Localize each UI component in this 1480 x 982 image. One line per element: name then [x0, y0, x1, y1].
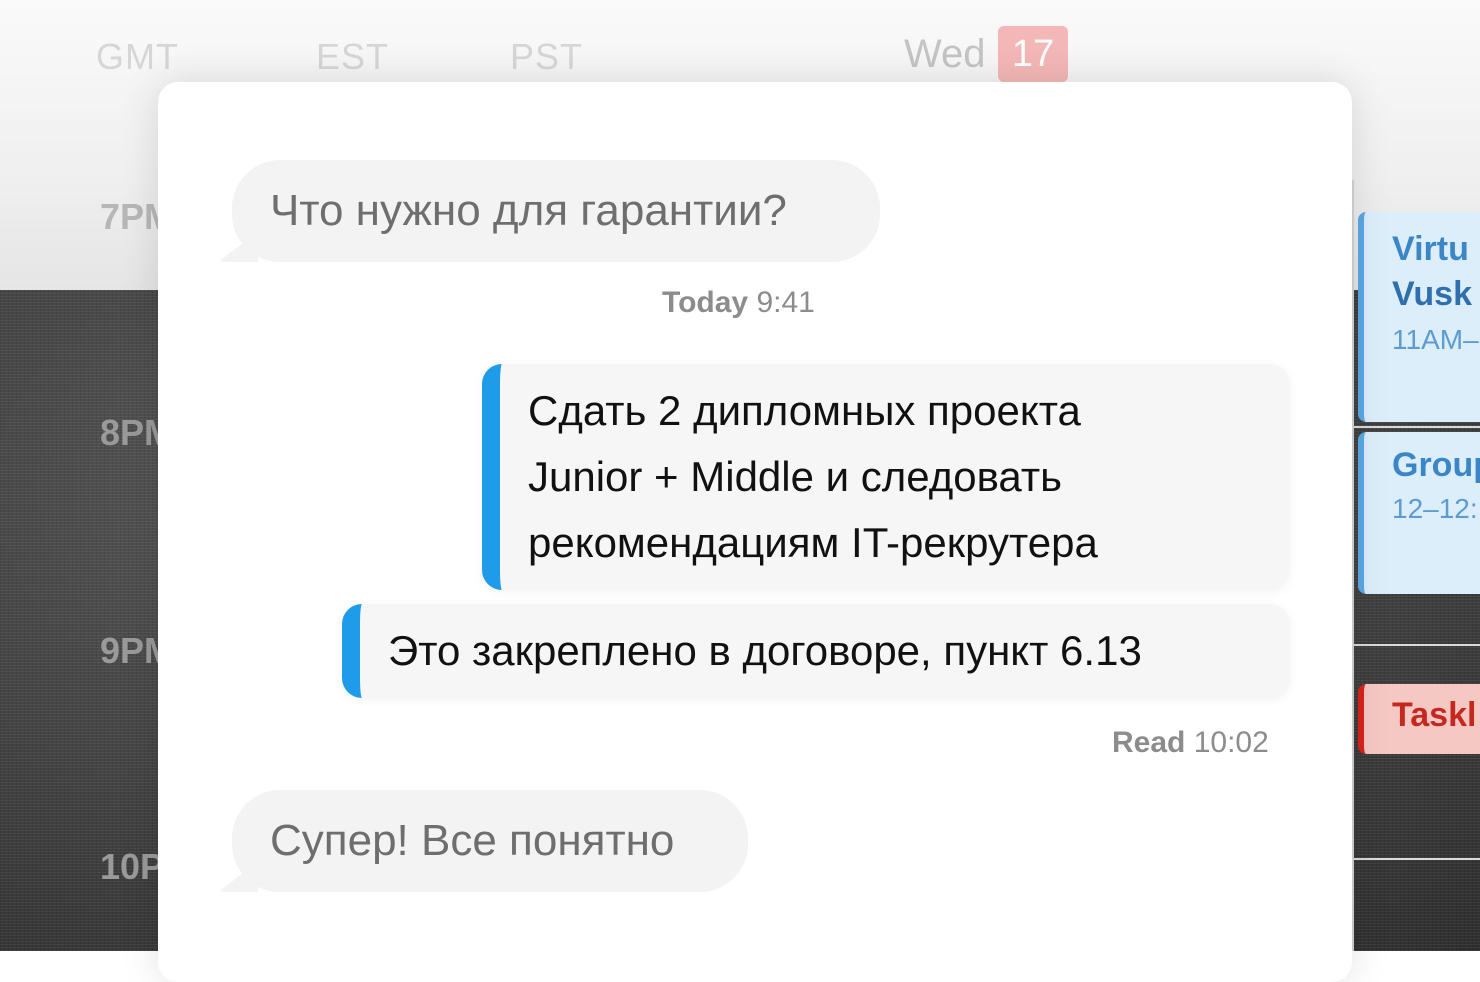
calendar-task[interactable]: Taskl	[1358, 684, 1480, 754]
event-title: Virtu	[1392, 230, 1469, 268]
timestamp-time: 9:41	[756, 286, 815, 319]
day-weekday: Wed	[904, 32, 986, 76]
calendar-event-virtual[interactable]: Virtu Vusk 11AM–	[1358, 212, 1480, 422]
message-timestamp: Today 9:41	[662, 286, 815, 320]
hour-gridline	[1352, 644, 1480, 646]
message-line: рекомендациям IT-рекрутера	[528, 519, 1098, 566]
message-line: Это закреплено в договоре, пункт 6.13	[388, 627, 1142, 674]
day-column-divider	[1352, 180, 1354, 951]
message-text: Супер! Все понятно	[270, 816, 675, 865]
event-title: Group	[1392, 446, 1480, 484]
message-text: Что нужно для гарантии?	[270, 186, 787, 235]
timezone-gmt[interactable]: GMT	[96, 36, 179, 78]
timestamp-day: Today	[662, 286, 749, 319]
event-subtitle: Vusk	[1392, 275, 1473, 313]
message-line: Сдать 2 дипломных проекта	[528, 387, 1081, 434]
timezone-est[interactable]: EST	[316, 36, 389, 78]
event-time: 12–12:	[1392, 493, 1478, 524]
outgoing-message[interactable]: Это закреплено в договоре, пункт 6.13	[342, 604, 1290, 698]
incoming-message[interactable]: Супер! Все понятно	[218, 790, 748, 892]
read-receipt: Read 10:02	[1112, 726, 1269, 760]
message-line: Junior + Middle и следовать	[528, 453, 1062, 500]
event-time: 11AM–	[1392, 324, 1479, 355]
outgoing-message[interactable]: Сдать 2 дипломных проекта Junior + Middl…	[482, 364, 1290, 590]
receipt-time: 10:02	[1193, 726, 1269, 759]
hour-gridline	[1352, 426, 1480, 428]
hour-gridline	[1352, 858, 1480, 860]
task-title: Taskl	[1392, 696, 1477, 734]
incoming-message[interactable]: Что нужно для гарантии?	[218, 160, 880, 262]
receipt-label: Read	[1112, 726, 1186, 759]
calendar-event-group[interactable]: Group 12–12:	[1358, 432, 1480, 594]
timezone-pst[interactable]: PST	[510, 36, 583, 78]
today-date-badge[interactable]: 17	[998, 26, 1068, 82]
